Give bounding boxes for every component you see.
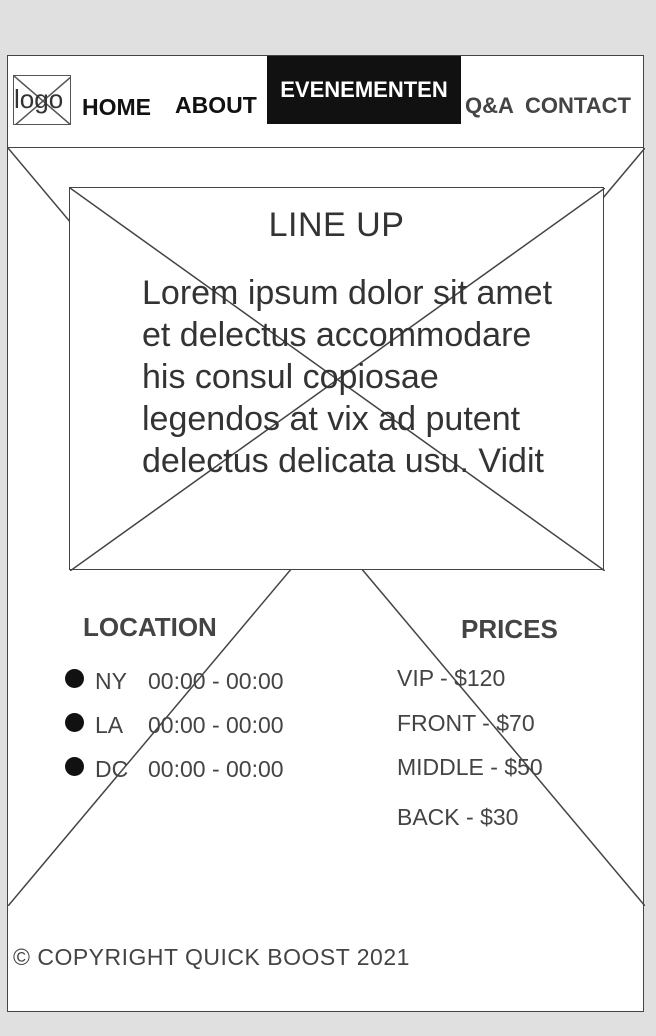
bullet-icon — [65, 669, 84, 688]
nav-home[interactable]: HOME — [82, 94, 151, 120]
nav-about[interactable]: ABOUT — [175, 92, 257, 118]
nav-evenementen[interactable]: EVENEMENTEN — [267, 56, 461, 124]
location-city: NY — [95, 668, 127, 694]
nav-qa[interactable]: Q&A — [465, 93, 514, 119]
price-item: BACK - $30 — [397, 804, 519, 830]
logo[interactable]: logo — [13, 75, 71, 125]
page-frame: logo HOME ABOUT EVENEMENTEN Q&A CONTACT … — [7, 55, 645, 1012]
location-city: DC — [95, 756, 129, 782]
prices-heading: PRICES — [461, 614, 558, 644]
lineup-text: Lorem ipsum dolor sit amet et delectus a… — [142, 274, 553, 480]
price-item: VIP - $120 — [397, 665, 506, 691]
lineup-title: LINE UP — [268, 206, 405, 244]
nav-contact[interactable]: CONTACT — [525, 93, 631, 119]
price-item: FRONT - $70 — [397, 710, 535, 736]
footer-copyright: © COPYRIGHT QUICK BOOST 2021 — [13, 944, 410, 970]
location-time: 00:00 - 00:00 — [148, 712, 284, 738]
bullet-icon — [65, 713, 84, 732]
lineup-card: LINE UP Lorem ipsum dolor sit amet et de… — [69, 187, 605, 571]
location-city: LA — [95, 712, 124, 738]
price-item: MIDDLE - $50 — [397, 754, 543, 780]
location-heading: LOCATION — [83, 612, 217, 642]
location-time: 00:00 - 00:00 — [148, 756, 284, 782]
bullet-icon — [65, 757, 84, 776]
location-time: 00:00 - 00:00 — [148, 668, 284, 694]
logo-label: logo — [14, 84, 64, 114]
site-header: logo HOME ABOUT EVENEMENTEN Q&A CONTACT — [8, 56, 643, 148]
